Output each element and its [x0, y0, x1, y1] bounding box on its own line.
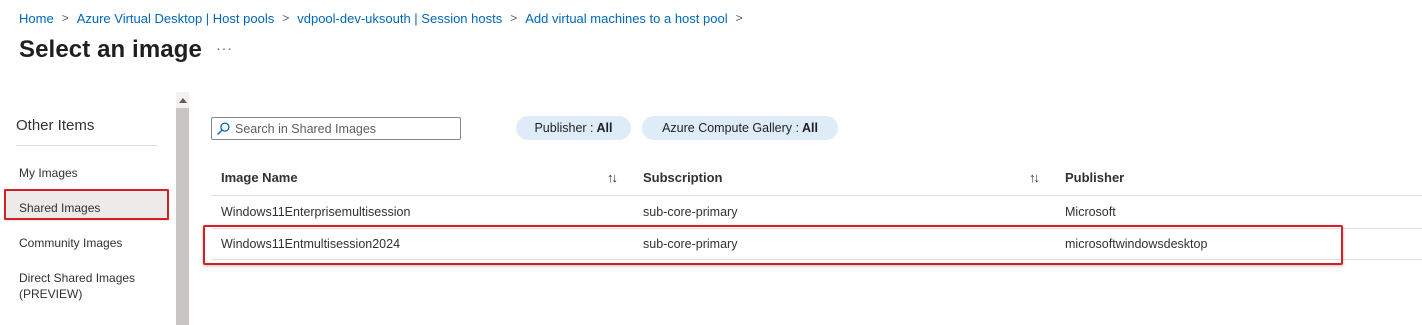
nav-item-community-images[interactable]: Community Images [19, 235, 169, 251]
breadcrumb-session-hosts[interactable]: vdpool-dev-uksouth | Session hosts [297, 11, 502, 26]
breadcrumb-host-pools[interactable]: Azure Virtual Desktop | Host pools [77, 11, 275, 26]
nav-divider [16, 145, 157, 146]
chevron-right-icon: > [282, 11, 290, 25]
search-box[interactable] [211, 117, 461, 140]
breadcrumb-home[interactable]: Home [19, 11, 54, 26]
publisher-filter-value: All [596, 121, 613, 135]
cell-image-name: Windows11Enterprisemultisession [221, 205, 411, 219]
gallery-filter-value: All [801, 121, 818, 135]
chevron-right-icon: > [61, 11, 69, 25]
nav-item-direct-shared-images[interactable]: Direct Shared Images (PREVIEW) [19, 270, 139, 302]
page-title: Select an image [19, 36, 202, 63]
breadcrumb-add-vms[interactable]: Add virtual machines to a host pool [525, 11, 727, 26]
chevron-right-icon: > [735, 11, 743, 25]
cell-subscription: sub-core-primary [643, 205, 738, 219]
column-header-image-name[interactable]: Image Name [221, 170, 298, 185]
column-header-publisher[interactable]: Publisher [1065, 170, 1124, 185]
sort-icon[interactable]: ↑↓ [607, 170, 618, 185]
cell-publisher: Microsoft [1065, 205, 1116, 219]
row-highlight-outline [203, 225, 1343, 265]
search-input[interactable] [235, 121, 455, 136]
gallery-filter-pill[interactable]: Azure Compute Gallery : All [642, 116, 838, 140]
chevron-right-icon: > [510, 11, 518, 25]
publisher-filter-label: Publisher : [534, 121, 594, 135]
more-options-icon[interactable]: ··· [216, 40, 233, 56]
publisher-filter-pill[interactable]: Publisher : All [516, 116, 631, 140]
breadcrumb: Home > Azure Virtual Desktop | Host pool… [19, 9, 751, 27]
search-icon [217, 122, 231, 136]
column-header-subscription[interactable]: Subscription [643, 170, 722, 185]
gallery-filter-label: Azure Compute Gallery : [662, 121, 799, 135]
selection-highlight-outline [4, 189, 169, 220]
scroll-up-arrow-icon[interactable] [176, 92, 189, 108]
sort-icon[interactable]: ↑↓ [1029, 170, 1040, 185]
nav-scrollbar[interactable] [176, 92, 189, 325]
nav-item-my-images[interactable]: My Images [19, 165, 169, 181]
nav-section-title: Other Items [16, 117, 95, 134]
